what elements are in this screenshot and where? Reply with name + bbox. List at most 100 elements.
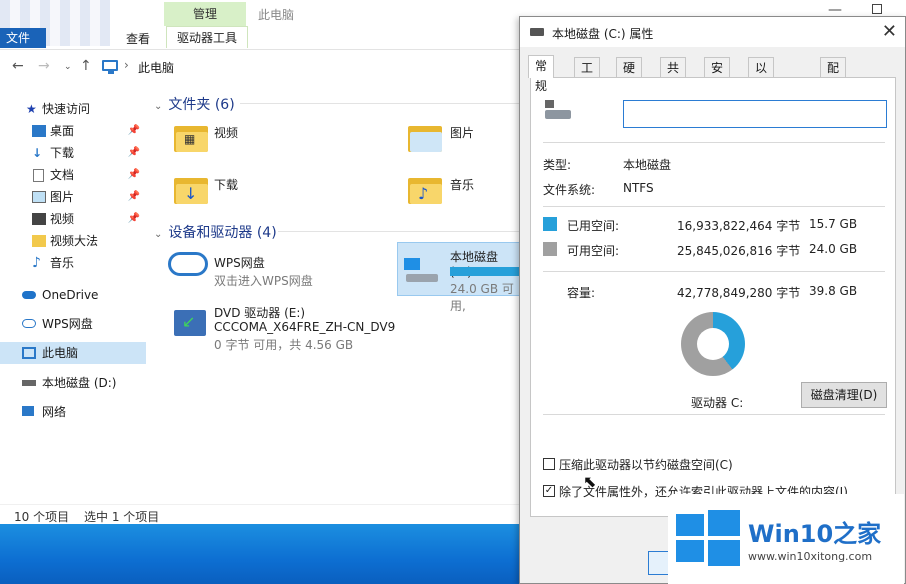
index-checkbox[interactable]: ✓: [543, 485, 555, 497]
back-arrow-icon[interactable]: ←: [12, 58, 24, 74]
tab-drive-tools[interactable]: 驱动器工具: [166, 26, 249, 48]
sidebar-item-label: OneDrive: [42, 288, 99, 302]
up-arrow-icon[interactable]: ↑: [80, 58, 92, 74]
sidebar-item-video-folder[interactable]: 视频大法: [0, 230, 146, 252]
used-space-bytes: 16,933,822,464 字节: [677, 219, 801, 233]
status-bar: 10 个项目 选中 1 个项目: [0, 504, 522, 524]
sidebar-item-network[interactable]: 网络: [0, 401, 146, 423]
folder-label: 音乐: [450, 178, 475, 192]
sidebar-item-music[interactable]: ♪ 音乐: [0, 252, 146, 274]
sidebar-item-pictures[interactable]: 图片 📌: [0, 186, 146, 208]
maximize-icon[interactable]: [872, 4, 882, 14]
tab-previous-versions[interactable]: 以前的版本: [748, 57, 775, 155]
folder-label: 下载: [214, 178, 239, 192]
manage-header[interactable]: 管理: [164, 2, 246, 26]
capacity-gb: 39.8 GB: [809, 284, 858, 298]
volume-name-input[interactable]: [623, 100, 887, 128]
music-note-icon: ♪: [32, 255, 41, 271]
free-space-bytes: 25,845,026,816 字节: [677, 244, 801, 258]
sidebar-item-label: 下载: [50, 146, 75, 160]
tab-view[interactable]: 查看: [126, 30, 150, 47]
sidebar-item-label: 视频大法: [50, 234, 99, 248]
sidebar-item-downloads[interactable]: ↓ 下载 📌: [0, 142, 146, 164]
folder-label: 图片: [450, 126, 475, 140]
tab-quota[interactable]: 配额: [820, 57, 847, 95]
sidebar-item-local-d[interactable]: 本地磁盘 (D:): [0, 372, 146, 394]
cloud-icon: [22, 291, 36, 299]
windows-logo-icon: [676, 510, 740, 566]
wps-cloud-icon: [22, 319, 36, 328]
compress-label: 压缩此驱动器以节约磁盘空间(C): [559, 458, 733, 472]
breadcrumb-separator-icon: ›: [124, 58, 129, 72]
download-folder-icon: ↓: [174, 174, 208, 204]
pin-icon[interactable]: 📌: [128, 142, 140, 164]
group-divider: [278, 231, 520, 232]
tab-security[interactable]: 安全: [704, 57, 731, 95]
sidebar-item-label: WPS网盘: [42, 317, 93, 331]
tab-general[interactable]: 常规: [528, 55, 555, 93]
pin-icon[interactable]: 📌: [128, 120, 140, 142]
windows-drive-icon: [402, 258, 440, 284]
video-icon: [32, 213, 46, 225]
free-space-label: 可用空间:: [567, 244, 620, 258]
watermark-url: www.win10xitong.com: [748, 550, 873, 563]
windows-drive-icon: [545, 100, 571, 122]
sidebar-item-label: 桌面: [50, 124, 75, 138]
dialog-titlebar: 本地磁盘 (C:) 属性 ✕: [520, 17, 905, 47]
sidebar-item-label: 快速访问: [42, 102, 91, 116]
type-value: 本地磁盘: [623, 158, 672, 172]
sidebar-item-documents[interactable]: 文档 📌: [0, 164, 146, 186]
file-system-value: NTFS: [623, 181, 654, 195]
capacity-bytes: 42,778,849,280 字节: [677, 286, 801, 300]
forward-arrow-icon[interactable]: →: [38, 58, 50, 74]
music-folder-icon: ♪: [408, 174, 442, 204]
sidebar-item-label: 此电脑: [42, 346, 79, 360]
device-subtitle: 0 字节 可用，共 4.56 GB: [214, 338, 354, 352]
navigation-bar: ← → ⌄ ↑ › 此电脑: [0, 54, 522, 80]
picture-icon: [32, 191, 46, 203]
drive-icon: [530, 28, 544, 36]
watermark-brand: Win10之家: [748, 520, 882, 548]
close-icon[interactable]: ✕: [882, 21, 897, 42]
navigation-pane: ★ 快速访问 桌面 📌 ↓ 下载 📌 文档 📌 图片 📌 视频 📌 视频大法 ♪…: [0, 92, 148, 502]
pin-icon[interactable]: 📌: [128, 208, 140, 230]
compress-checkbox[interactable]: [543, 458, 555, 470]
tab-hardware[interactable]: 硬件: [616, 57, 643, 95]
sidebar-item-onedrive[interactable]: OneDrive: [0, 284, 146, 306]
group-header-folders[interactable]: ⌄ 文件夹 (6): [154, 94, 235, 114]
sidebar-item-quick-access[interactable]: ★ 快速访问: [0, 98, 146, 120]
device-volume-label: CCCOMA_X64FRE_ZH-CN_DV9: [214, 320, 396, 334]
recent-chevron-icon[interactable]: ⌄: [64, 62, 72, 72]
sidebar-item-videos[interactable]: 视频 📌: [0, 208, 146, 230]
sidebar-item-label: 网络: [42, 405, 67, 419]
pin-icon[interactable]: 📌: [128, 164, 140, 186]
pin-icon[interactable]: 📌: [128, 186, 140, 208]
device-subtitle: 双击进入WPS网盘: [214, 274, 313, 288]
tab-tools[interactable]: 工具: [574, 57, 601, 95]
file-explorer-window: 文件 管理 此电脑 查看 驱动器工具 ← → ⌄ ↑ › 此电脑 ★ 快速访问 …: [0, 0, 522, 524]
address-path[interactable]: 此电脑: [138, 59, 174, 76]
used-space-label: 已用空间:: [567, 219, 620, 233]
sidebar-item-wps[interactable]: WPS网盘: [0, 313, 146, 335]
chevron-down-icon: ⌄: [154, 229, 163, 240]
folder-icon: [32, 235, 46, 247]
file-tab[interactable]: 文件: [0, 28, 46, 48]
divider: [543, 271, 885, 272]
used-space-gb: 15.7 GB: [809, 217, 858, 231]
folder-label: 视频: [214, 126, 239, 140]
sidebar-item-label: 视频: [50, 212, 75, 226]
video-folder-icon: ▦: [174, 122, 208, 152]
sidebar-item-label: 图片: [50, 190, 75, 204]
disk-cleanup-button[interactable]: 磁盘清理(D): [801, 382, 887, 408]
group-divider: [240, 103, 520, 104]
group-header-devices[interactable]: ⌄ 设备和驱动器 (4): [154, 222, 277, 242]
sidebar-item-this-pc[interactable]: 此电脑: [0, 342, 146, 364]
used-space-swatch: [543, 217, 557, 231]
dvd-drive-icon: ↙: [174, 310, 206, 336]
divider: [543, 414, 885, 415]
divider: [543, 142, 885, 143]
sidebar-item-desktop[interactable]: 桌面 📌: [0, 120, 146, 142]
divider: [543, 206, 885, 207]
tab-sharing[interactable]: 共享: [660, 57, 687, 95]
download-arrow-icon: ↓: [32, 146, 43, 160]
